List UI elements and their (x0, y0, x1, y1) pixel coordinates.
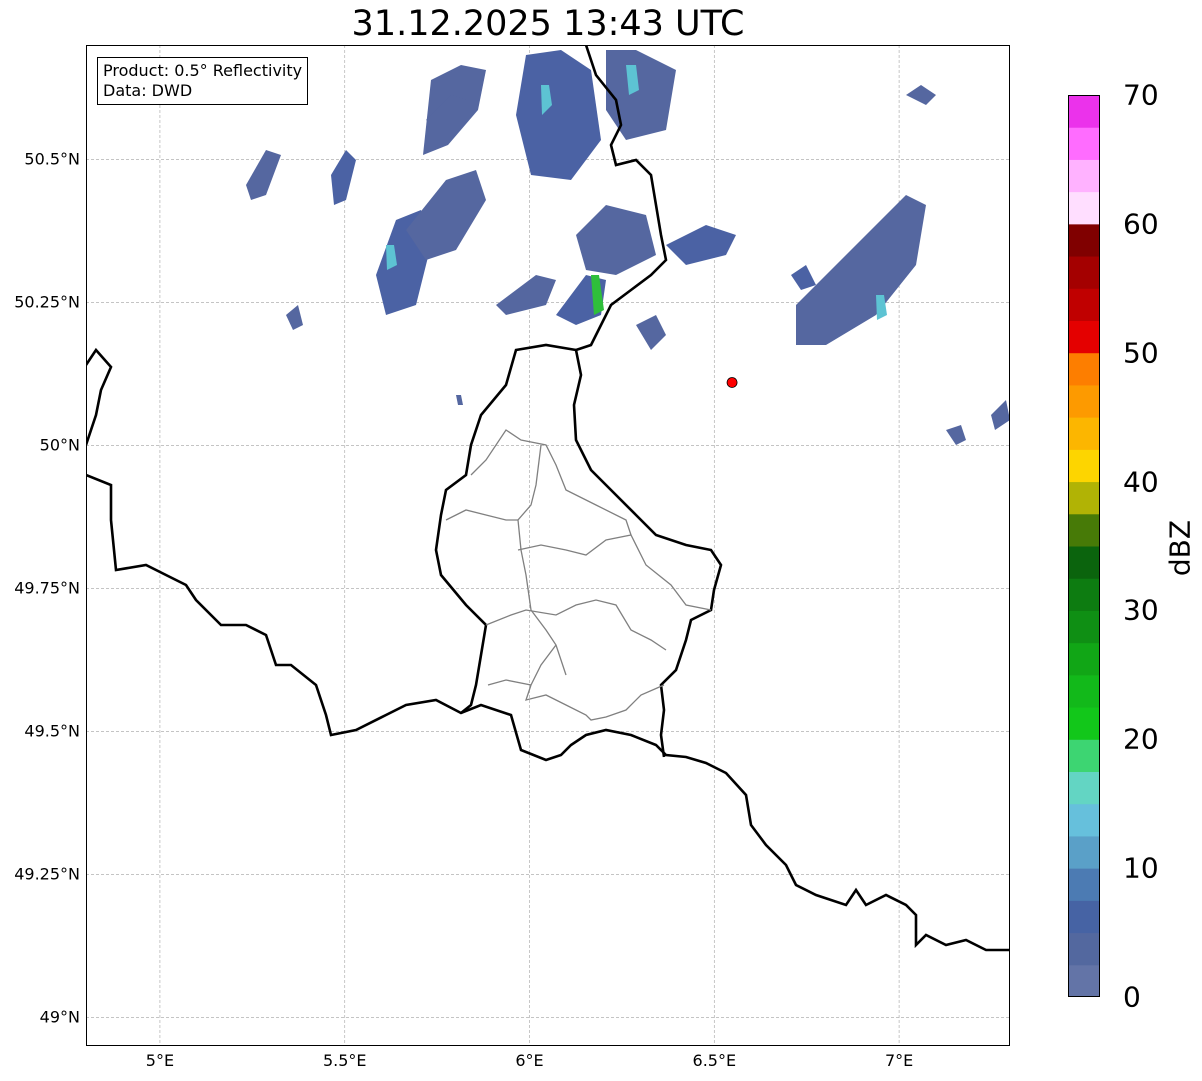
map-title: 31.12.2025 13:43 UTC (351, 4, 745, 44)
lon-tick-label: 7°E (884, 1051, 914, 1070)
colorbar-tick-label: 70 (1123, 78, 1159, 112)
colorbar-segment (1068, 803, 1100, 837)
colorbar-segment (1068, 223, 1100, 257)
lat-tick-label: 49°N (39, 1007, 80, 1027)
colorbar-tick-label: 30 (1123, 593, 1159, 627)
product-info-box: Product: 0.5° Reflectivity Data: DWD (97, 57, 309, 105)
radar-map[interactable] (86, 45, 1010, 1046)
colorbar-segment (1068, 191, 1100, 225)
colorbar-segment (1068, 95, 1100, 128)
lon-tick-label: 5.5°E (322, 1051, 367, 1070)
colorbar-segment (1068, 674, 1100, 708)
product-label: Product: 0.5° Reflectivity (103, 61, 303, 80)
colorbar-segment (1068, 481, 1100, 515)
colorbar-segment (1068, 578, 1100, 611)
colorbar-segment (1068, 964, 1100, 997)
colorbar-label: dBZ (1163, 519, 1197, 577)
colorbar-tick-label: 10 (1123, 851, 1159, 885)
lat-tick-label: 50.5°N (24, 149, 80, 169)
map-background (86, 45, 1010, 1046)
colorbar-segment (1068, 610, 1100, 644)
lat-tick-label: 50°N (39, 435, 80, 455)
radar-site-layer (726, 377, 738, 388)
colorbar-segment (1068, 384, 1100, 418)
colorbar-tick-label: 20 (1123, 722, 1159, 756)
colorbar-segment (1068, 707, 1100, 740)
lat-tick-label: 49.75°N (14, 578, 80, 598)
colorbar-segment (1068, 835, 1100, 869)
colorbar-segment (1068, 771, 1100, 805)
colorbar-segment (1068, 900, 1100, 934)
colorbar-segment (1068, 513, 1100, 547)
colorbar-segment (1068, 642, 1100, 676)
colorbar-segment (1068, 449, 1100, 483)
lat-tick-label: 49.25°N (14, 864, 80, 884)
colorbar-segment (1068, 256, 1100, 289)
colorbar-tick-label: 40 (1123, 465, 1159, 499)
lon-tick-label: 5°E (145, 1051, 175, 1070)
colorbar-segment (1068, 159, 1100, 193)
lon-tick-label: 6.5°E (692, 1051, 737, 1070)
colorbar-segment (1068, 546, 1100, 579)
colorbar-segment (1068, 288, 1100, 321)
data-source-label: Data: DWD (103, 81, 193, 100)
lon-tick-label: 6°E (515, 1051, 544, 1070)
colorbar-tick-label: 0 (1123, 980, 1141, 1014)
colorbar-segment (1068, 739, 1100, 772)
colorbar-segment (1068, 352, 1100, 386)
radar-site-marker[interactable] (726, 377, 738, 388)
colorbar-segment (1068, 127, 1100, 160)
colorbar-segment (1068, 417, 1100, 450)
colorbar-segment (1068, 932, 1100, 966)
map-canvas[interactable] (86, 45, 1010, 1046)
dbz-colorbar (1068, 95, 1100, 997)
colorbar-segment (1068, 868, 1100, 901)
colorbar-tick-label: 50 (1123, 336, 1159, 370)
lat-tick-label: 50.25°N (14, 292, 80, 312)
colorbar-segment (1068, 320, 1100, 354)
colorbar-tick-label: 60 (1123, 207, 1159, 241)
lat-tick-label: 49.5°N (24, 721, 80, 741)
